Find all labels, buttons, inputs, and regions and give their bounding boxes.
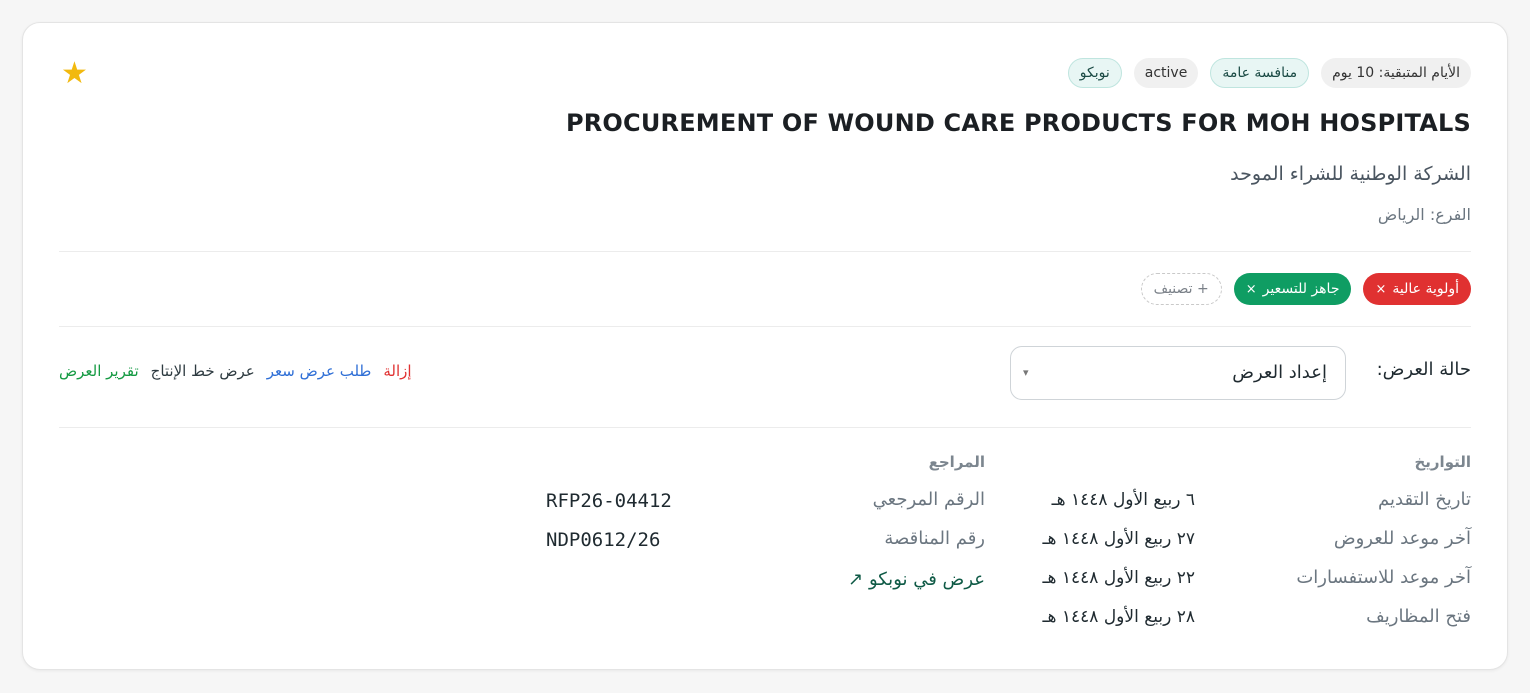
offer-status-value: إعداد العرض bbox=[1232, 362, 1327, 383]
date-label: آخر موعد للاستفسارات bbox=[1296, 567, 1471, 588]
offer-report-link[interactable]: تقرير العرض bbox=[59, 362, 139, 380]
source-badge: نوبكو bbox=[1067, 58, 1122, 88]
reference-label: رقم المناقصة bbox=[884, 528, 985, 549]
divider bbox=[59, 427, 1471, 428]
dates-heading: التواريخ bbox=[1414, 453, 1471, 471]
organization-name: الشركة الوطنية للشراء الموحد bbox=[1230, 163, 1471, 185]
tender-card: ★ نوبكو active منافسة عامة الأيام المتبق… bbox=[22, 22, 1508, 670]
references-heading: المراجع bbox=[928, 453, 985, 471]
status-badge: active bbox=[1133, 58, 1199, 88]
branch-label: الفرع: الرياض bbox=[1377, 205, 1471, 224]
tender-type-badge: منافسة عامة bbox=[1210, 58, 1310, 88]
date-value: ٦ ربيع الأول ١٤٤٨ هـ bbox=[1051, 490, 1195, 510]
badge-row: نوبكو active منافسة عامة الأيام المتبقية… bbox=[1067, 58, 1471, 88]
date-value: ٢٨ ربيع الأول ١٤٤٨ هـ bbox=[1042, 607, 1195, 627]
tag-high-priority[interactable]: أولوية عالية × bbox=[1363, 273, 1471, 305]
price-request-link[interactable]: طلب عرض سعر bbox=[267, 362, 372, 380]
date-value: ٢٢ ربيع الأول ١٤٤٨ هـ bbox=[1042, 568, 1195, 588]
view-on-nupco-link[interactable]: عرض في نوبكو ↗ bbox=[848, 569, 985, 590]
tag-ready-for-pricing[interactable]: جاهز للتسعير × bbox=[1233, 273, 1352, 305]
action-links: إزالة طلب عرض سعر عرض خط الإنتاج تقرير ا… bbox=[59, 362, 412, 380]
remove-tag-icon[interactable]: × bbox=[1375, 282, 1386, 297]
reference-label: الرقم المرجعي bbox=[872, 489, 985, 510]
remove-link[interactable]: إزالة bbox=[383, 362, 411, 380]
remove-tag-icon[interactable]: × bbox=[1246, 282, 1257, 297]
chevron-down-icon: ▾ bbox=[1023, 366, 1029, 379]
date-value: ٢٧ ربيع الأول ١٤٤٨ هـ bbox=[1042, 529, 1195, 549]
date-label: آخر موعد للعروض bbox=[1333, 528, 1471, 549]
tag-row: أولوية عالية × جاهز للتسعير × + تصنيف bbox=[1140, 273, 1471, 305]
date-label: فتح المظاريف bbox=[1366, 606, 1471, 627]
tag-label: أولوية عالية bbox=[1392, 281, 1459, 297]
offer-status-label: حالة العرض: bbox=[1376, 359, 1471, 380]
date-label: تاريخ التقديم bbox=[1378, 489, 1471, 510]
reference-value: NDP0612/26 bbox=[546, 529, 661, 551]
divider bbox=[59, 326, 1471, 327]
tender-title: PROCUREMENT OF WOUND CARE PRODUCTS FOR M… bbox=[565, 109, 1471, 137]
add-tag-button[interactable]: + تصنيف bbox=[1140, 273, 1222, 305]
divider bbox=[59, 251, 1471, 252]
star-icon[interactable]: ★ bbox=[61, 59, 88, 89]
production-plan-link[interactable]: عرض خط الإنتاج bbox=[151, 362, 255, 380]
tag-label: جاهز للتسعير bbox=[1262, 281, 1340, 297]
reference-value: RFP26-04412 bbox=[546, 490, 672, 512]
offer-status-select[interactable]: إعداد العرض ▾ bbox=[1010, 346, 1346, 400]
days-remaining-badge: الأيام المتبقية: 10 يوم bbox=[1321, 58, 1471, 88]
